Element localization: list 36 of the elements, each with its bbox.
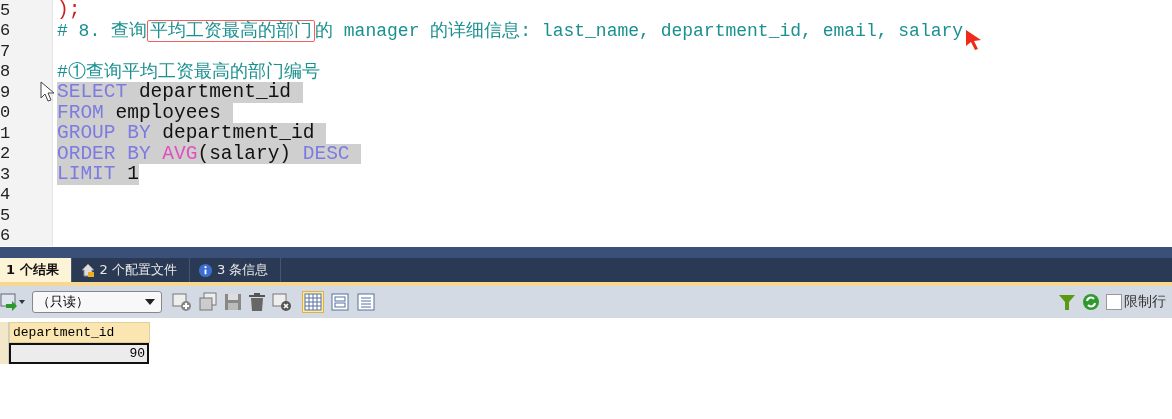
line-number: 3	[0, 164, 11, 184]
code-line: #①查询平均工资最高的部门编号	[57, 61, 320, 82]
table-cell[interactable]: 90	[9, 343, 149, 364]
refresh-icon[interactable]	[1082, 293, 1100, 311]
trash-icon[interactable]	[248, 292, 266, 312]
line-number: 6	[0, 226, 11, 246]
mode-select[interactable]: （只读）	[32, 291, 162, 313]
code-line: # 8. 查询 平均工资最高的部门 的 manager 的详细信息: last_name, department_id, email, salary	[57, 20, 964, 41]
duplicate-icon[interactable]	[198, 292, 218, 312]
add-row-icon[interactable]	[172, 292, 192, 312]
line-number: 9	[0, 82, 11, 102]
line-number: 0	[0, 103, 11, 123]
line-number: 5	[0, 0, 11, 20]
line-number: 2	[0, 144, 11, 164]
filter-icon[interactable]	[1058, 293, 1076, 311]
delete-row-icon[interactable]	[272, 292, 292, 312]
line-number: 7	[0, 41, 11, 61]
line-number: 1	[0, 123, 11, 143]
result-tab[interactable]: 1 个结果	[0, 258, 72, 282]
grid-view-icon[interactable]	[302, 291, 324, 313]
code-line: );	[57, 0, 81, 21]
limit-rows-checkbox[interactable]	[1106, 294, 1122, 310]
info-icon	[198, 262, 213, 278]
save-icon[interactable]	[224, 293, 242, 311]
dropdown-caret-icon	[145, 299, 155, 305]
text-view-icon[interactable]	[356, 292, 376, 312]
limit-rows-label: 限制行	[1124, 293, 1166, 311]
row-header	[0, 322, 9, 343]
house-icon	[79, 262, 96, 278]
line-number: 6	[0, 21, 11, 41]
line-number: 4	[0, 185, 11, 205]
form-view-icon[interactable]	[330, 292, 350, 312]
line-number: 8	[0, 62, 11, 82]
line-number: 5	[0, 205, 11, 225]
export-icon[interactable]	[0, 292, 26, 312]
column-header[interactable]: department_id	[9, 322, 150, 343]
